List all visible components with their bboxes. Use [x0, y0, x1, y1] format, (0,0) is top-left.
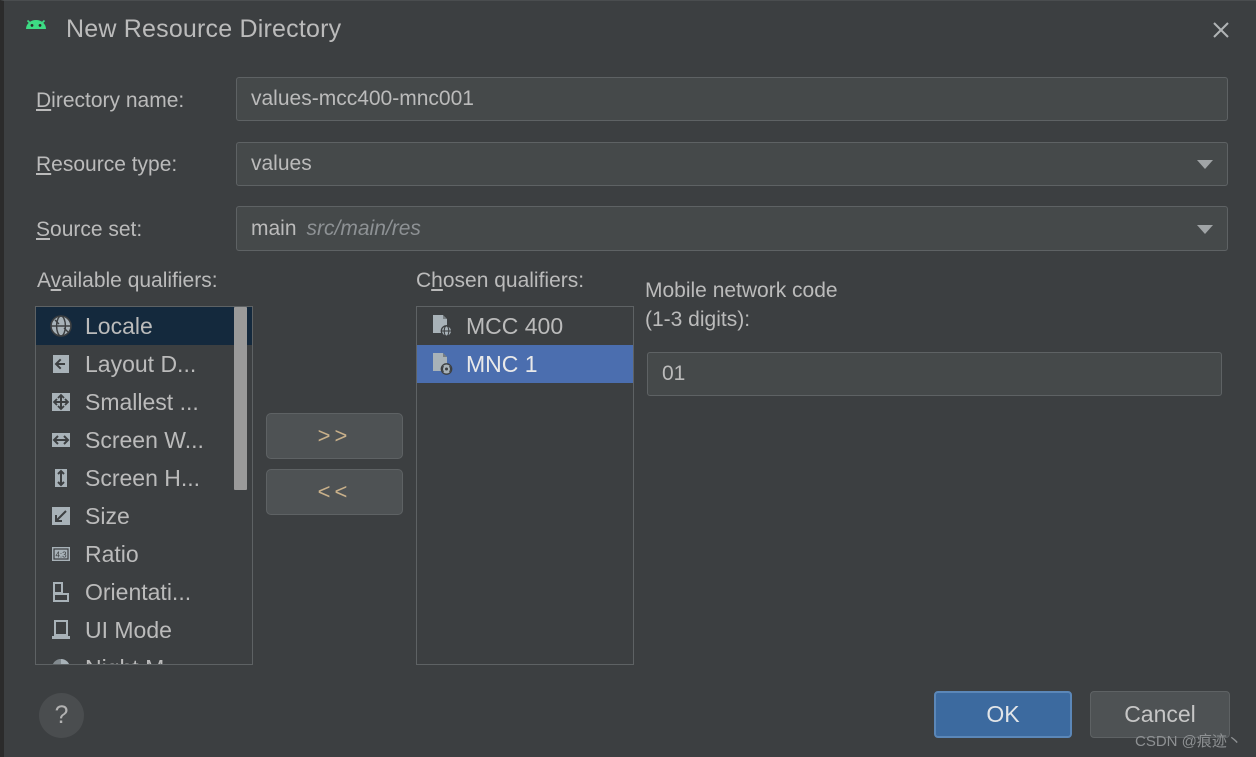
file-signal-icon [429, 351, 455, 377]
android-icon [22, 19, 50, 43]
list-item[interactable]: MCC 400 [417, 307, 633, 345]
svg-text:4:3: 4:3 [55, 551, 67, 560]
list-item-label: Layout D... [85, 350, 197, 377]
dialog-title: New Resource Directory [66, 15, 342, 43]
directory-name-value: values-mcc400-mnc001 [251, 87, 474, 110]
chevron-down-icon [1197, 224, 1213, 234]
close-icon[interactable] [1204, 13, 1238, 47]
help-button[interactable]: ? [39, 693, 84, 738]
ok-button-label: OK [986, 701, 1020, 727]
list-item[interactable]: Layout D... [36, 345, 252, 383]
resource-type-label: Resource type: [36, 153, 178, 176]
scrollbar-thumb[interactable] [234, 307, 247, 490]
source-set-label: Source set: [36, 218, 143, 241]
remove-qualifier-label: << [317, 479, 352, 504]
cancel-button-label: Cancel [1124, 701, 1196, 727]
question-mark-icon: ? [54, 701, 69, 729]
list-item[interactable]: Screen W... [36, 421, 252, 459]
list-item[interactable]: MNC 1 [417, 345, 633, 383]
list-item-label: Screen H... [85, 464, 201, 491]
ui-mode-icon [48, 617, 74, 643]
add-qualifier-button[interactable]: >> [266, 413, 403, 459]
list-item-label: Ratio [85, 540, 139, 567]
file-globe-icon [429, 313, 455, 339]
remove-qualifier-button[interactable]: << [266, 469, 403, 515]
list-item-label: Night M... [85, 655, 183, 665]
add-qualifier-label: >> [317, 423, 352, 448]
list-item-label: MNC 1 [466, 350, 538, 377]
list-item[interactable]: 4:3 Ratio [36, 535, 252, 573]
arrows-four-way-icon [48, 389, 74, 415]
directory-name-label: Directory name: [36, 89, 185, 112]
arrow-horizontal-icon [48, 427, 74, 453]
orientation-icon [48, 579, 74, 605]
available-list-scrollbar[interactable] [234, 307, 247, 664]
source-set-value: main [251, 216, 297, 240]
arrow-left-icon [48, 351, 74, 377]
resource-type-value: values [251, 152, 312, 175]
source-set-path: src/main/res [306, 216, 421, 240]
list-item-label: UI Mode [85, 616, 172, 643]
source-set-combobox[interactable]: main src/main/res [236, 206, 1228, 251]
list-item[interactable]: Smallest ... [36, 383, 252, 421]
list-item-label: Locale [85, 312, 153, 339]
watermark: CSDN @痕迹丶 [1135, 733, 1242, 750]
arrow-diagonal-icon [48, 503, 74, 529]
ok-button[interactable]: OK [934, 691, 1072, 738]
chosen-qualifiers-label: Chosen qualifiers: [416, 269, 585, 292]
title-bar: New Resource Directory [4, 1, 1256, 61]
mobile-network-code-value: 01 [662, 362, 686, 385]
chevron-down-icon [1197, 160, 1213, 169]
resource-type-combobox[interactable]: values [236, 142, 1228, 186]
available-qualifiers-label: Available qualifiers: [37, 269, 218, 292]
list-item-label: Orientati... [85, 578, 192, 605]
arrow-vertical-icon [48, 465, 74, 491]
mobile-network-code-input[interactable]: 01 [647, 352, 1222, 396]
list-item-label: Smallest ... [85, 388, 199, 415]
list-item-label: Size [85, 502, 130, 529]
list-item[interactable]: Size [36, 497, 252, 535]
globe-icon [48, 313, 74, 339]
list-item[interactable]: Screen H... [36, 459, 252, 497]
list-item[interactable]: Locale [36, 307, 252, 345]
list-item[interactable]: Night M... [36, 649, 252, 665]
night-mode-icon [48, 655, 74, 664]
new-resource-directory-dialog: New Resource Directory Directory name: v… [0, 0, 1256, 757]
list-item-label: MCC 400 [466, 312, 564, 339]
list-item[interactable]: Orientati... [36, 573, 252, 611]
chosen-qualifiers-list[interactable]: MCC 400 MNC 1 [416, 306, 634, 665]
directory-name-input[interactable]: values-mcc400-mnc001 [236, 77, 1228, 121]
available-qualifiers-list[interactable]: Locale Layout D... Smallest ... Screen W...… [35, 306, 253, 665]
list-item[interactable]: UI Mode [36, 611, 252, 649]
list-item-label: Screen W... [85, 426, 204, 453]
detail-label: Mobile network code (1-3 digits): [645, 279, 838, 331]
ratio-icon: 4:3 [48, 541, 74, 567]
